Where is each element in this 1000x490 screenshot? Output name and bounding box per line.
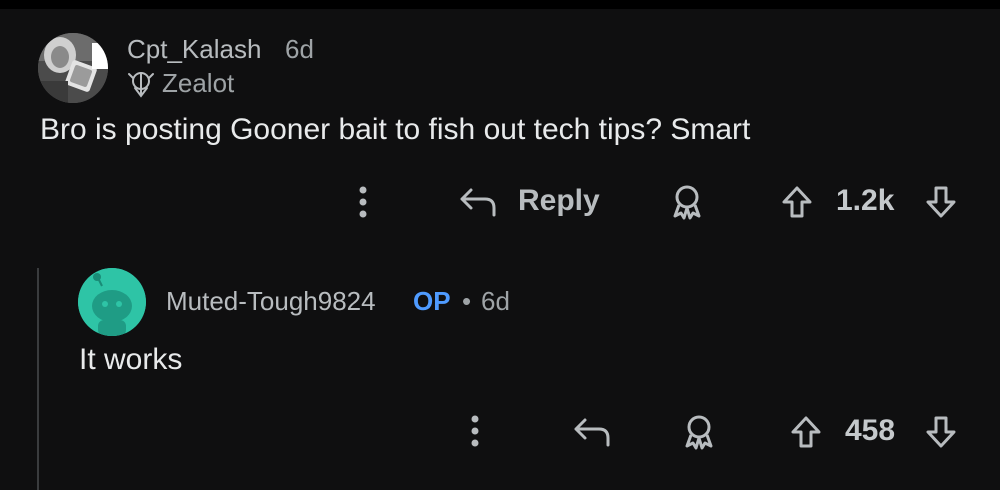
comment-body: It works <box>79 343 183 376</box>
op-badge: OP <box>413 286 451 316</box>
username[interactable]: Cpt_Kalash <box>127 34 261 65</box>
thread-line[interactable] <box>37 268 39 490</box>
reply-arrow-icon <box>458 184 498 220</box>
top-bar <box>0 0 1000 9</box>
reply-arrow-icon[interactable] <box>572 414 612 450</box>
snoo-avatar-icon <box>78 268 146 336</box>
upvote-arrow-icon[interactable] <box>778 183 816 221</box>
more-options-icon[interactable] <box>462 412 488 450</box>
award-icon[interactable] <box>680 413 718 451</box>
vote-score: 458 <box>845 414 896 447</box>
vote-score: 1.2k <box>836 184 895 217</box>
user-avatar-image <box>38 33 108 103</box>
more-options-icon[interactable] <box>350 183 376 221</box>
downvote-arrow-icon[interactable] <box>922 413 960 451</box>
downvote-arrow-icon[interactable] <box>922 183 960 221</box>
user-flair: Zealot <box>162 68 235 98</box>
award-icon[interactable] <box>668 183 706 221</box>
comment-body: Bro is posting Gooner bait to fish out t… <box>40 113 751 146</box>
comment-age: 6d <box>285 34 314 64</box>
avatar[interactable] <box>78 268 146 336</box>
upvote-arrow-icon[interactable] <box>787 413 825 451</box>
separator-dot: • <box>462 286 472 316</box>
avatar[interactable] <box>38 33 108 103</box>
username[interactable]: Muted-Tough9824 <box>166 286 376 317</box>
reply-label: Reply <box>518 184 600 217</box>
flair-badge-icon <box>127 70 155 98</box>
comment-age: 6d <box>481 286 510 316</box>
